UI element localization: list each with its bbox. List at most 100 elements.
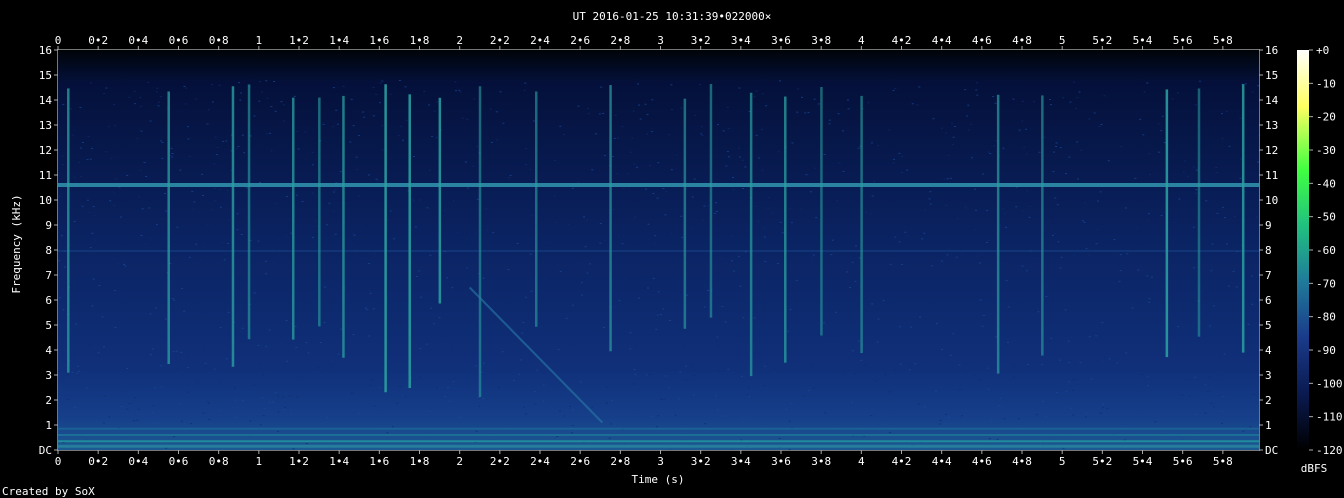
noise-speck	[1006, 260, 1009, 262]
noise-speck	[323, 322, 326, 324]
plot-area	[58, 50, 1259, 450]
noise-speck	[122, 263, 125, 265]
noise-speck	[851, 401, 854, 403]
noise-speck	[492, 232, 495, 234]
noise-speck	[342, 85, 345, 87]
noise-speck	[1216, 212, 1219, 214]
noise-speck	[773, 367, 776, 369]
noise-speck	[966, 115, 969, 117]
transient-mark	[820, 87, 823, 336]
noise-speck	[371, 379, 374, 381]
noise-speck	[740, 375, 743, 377]
noise-speck	[85, 387, 88, 389]
noise-speck	[918, 86, 921, 88]
noise-speck	[716, 340, 719, 342]
noise-speck	[149, 313, 152, 315]
x-tick-label-top: 1•2	[289, 34, 309, 47]
noise-speck	[126, 436, 129, 438]
tone-line	[58, 250, 1259, 252]
noise-speck	[650, 416, 653, 418]
noise-speck	[92, 278, 95, 280]
noise-speck	[310, 299, 313, 301]
noise-speck	[1052, 171, 1055, 173]
noise-speck	[397, 135, 400, 137]
noise-speck	[180, 420, 183, 422]
noise-speck	[602, 327, 605, 329]
noise-speck	[452, 200, 455, 202]
noise-speck	[860, 359, 863, 361]
noise-speck	[458, 89, 461, 91]
noise-speck	[810, 256, 813, 258]
transient-mark	[438, 97, 442, 304]
noise-speck	[903, 286, 906, 288]
noise-speck	[452, 380, 455, 382]
y-tick-label-right: 9	[1265, 219, 1272, 232]
noise-speck	[753, 317, 756, 319]
noise-speck	[785, 408, 788, 410]
noise-speck	[1204, 384, 1207, 386]
noise-speck	[171, 152, 174, 154]
noise-speck	[754, 205, 757, 207]
noise-speck	[1095, 243, 1098, 245]
noise-speck	[369, 292, 372, 294]
noise-speck	[996, 438, 999, 440]
y-tick-label-right: 1	[1265, 419, 1272, 432]
noise-speck	[161, 157, 164, 159]
noise-speck	[406, 309, 409, 311]
noise-speck	[110, 157, 113, 159]
x-tick-label-bottom: 4•6	[972, 455, 992, 468]
noise-speck	[979, 379, 982, 381]
noise-speck	[959, 369, 962, 371]
noise-speck	[1174, 222, 1177, 224]
noise-speck	[815, 217, 818, 219]
noise-speck	[731, 256, 734, 258]
noise-speck	[285, 235, 288, 237]
noise-speck	[870, 142, 873, 144]
noise-speck	[907, 234, 910, 236]
noise-speck	[233, 387, 236, 389]
noise-speck	[419, 348, 422, 350]
noise-speck	[330, 365, 333, 367]
noise-speck	[555, 221, 558, 223]
noise-speck	[1061, 97, 1064, 99]
noise-speck	[283, 120, 286, 122]
noise-speck	[657, 162, 660, 164]
noise-speck	[942, 262, 945, 264]
y-tick-label-left: 10	[39, 194, 52, 207]
noise-speck	[299, 275, 302, 277]
noise-speck	[894, 236, 897, 238]
noise-speck	[1003, 418, 1006, 420]
noise-speck	[664, 214, 667, 216]
noise-speck	[236, 229, 239, 231]
noise-speck	[893, 158, 896, 160]
noise-speck	[1206, 391, 1209, 393]
noise-speck	[892, 162, 895, 164]
colorbar-tick-label: -10	[1316, 77, 1336, 90]
noise-speck	[854, 373, 857, 375]
noise-speck	[842, 130, 845, 132]
noise-speck	[352, 125, 355, 127]
noise-speck	[894, 87, 897, 89]
noise-speck	[1068, 361, 1071, 363]
noise-speck	[133, 103, 136, 105]
noise-speck	[265, 80, 268, 82]
x-tick-label-bottom: 4	[858, 455, 865, 468]
noise-speck	[519, 359, 522, 361]
noise-speck	[1057, 241, 1060, 243]
noise-speck	[766, 207, 769, 209]
noise-speck	[586, 107, 589, 109]
noise-speck	[420, 296, 423, 298]
noise-speck	[618, 300, 621, 302]
noise-speck	[265, 301, 268, 303]
y-tick-label-right: 7	[1265, 269, 1272, 282]
noise-speck	[276, 430, 279, 432]
noise-speck	[845, 271, 848, 273]
noise-speck	[604, 240, 607, 242]
y-tick-label-right: DC	[1265, 444, 1278, 457]
noise-speck	[930, 265, 933, 267]
y-tick-label-left: 6	[45, 294, 52, 307]
noise-speck	[947, 155, 950, 157]
noise-speck	[193, 201, 196, 203]
noise-speck	[946, 178, 949, 180]
noise-speck	[120, 405, 123, 407]
